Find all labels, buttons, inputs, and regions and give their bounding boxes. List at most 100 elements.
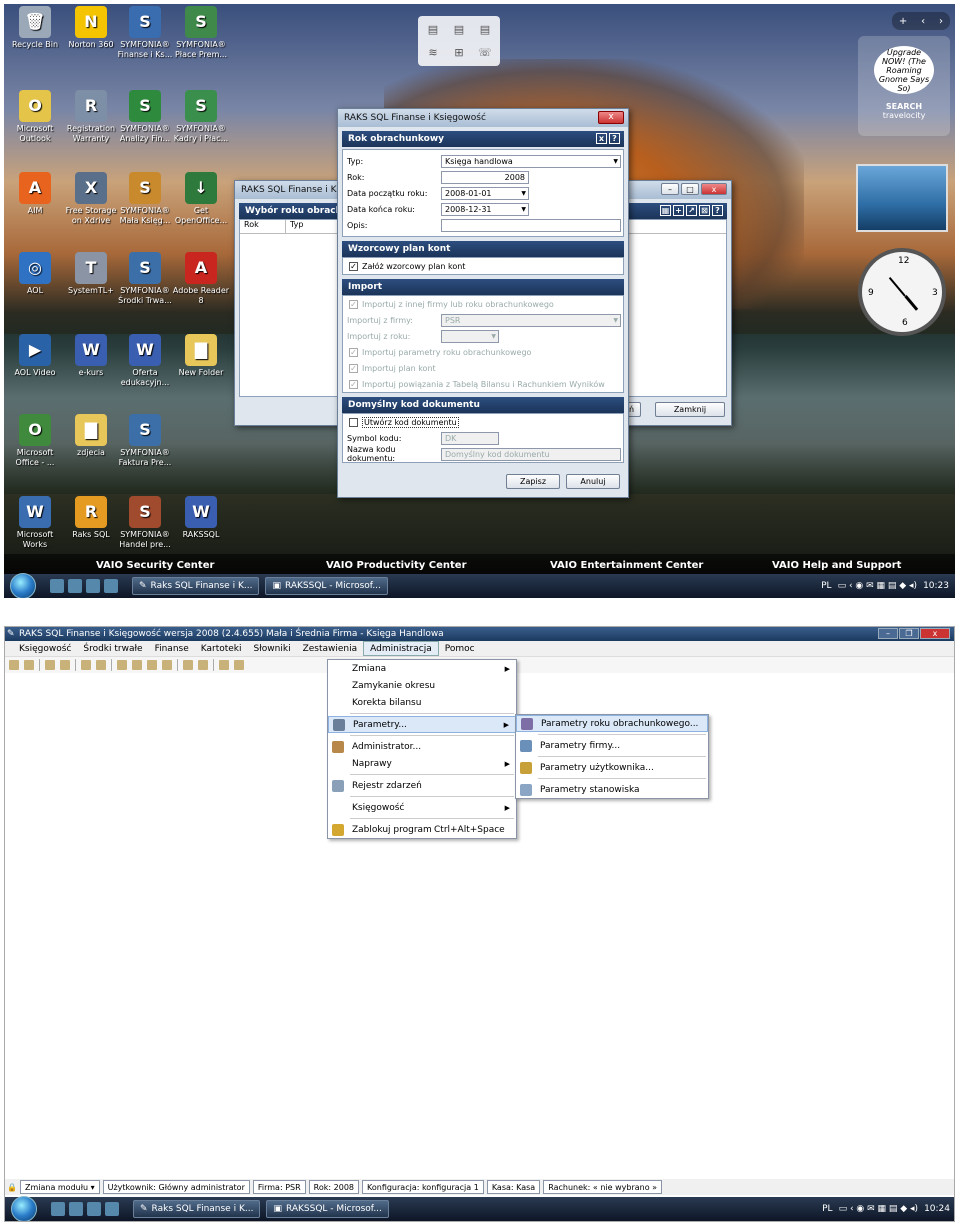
end-date-input[interactable]: 2008-12-31 ▼ (441, 202, 529, 216)
switch-windows-icon[interactable] (69, 1202, 83, 1216)
start-date-input[interactable]: 2008-01-01 ▼ (441, 186, 529, 200)
tool-icon[interactable] (81, 660, 91, 670)
chevron-left-icon[interactable]: ‹ (921, 16, 925, 27)
close-button[interactable]: x (920, 628, 950, 639)
admin-menu-item[interactable]: Księgowość ▶ (328, 799, 516, 816)
desktop-icon[interactable]: S SYMFONIA® Mała Księg... (116, 172, 174, 226)
desktop-icon[interactable]: ▇ New Folder (172, 334, 230, 378)
admin-menu-item[interactable]: Naprawy ▶ (328, 755, 516, 772)
doc-name-input[interactable]: Domyślny kod dokumentu (441, 447, 621, 461)
sidebar-controls[interactable]: + ‹ › (892, 12, 950, 30)
language-indicator[interactable]: PL (821, 581, 831, 591)
checkbox-icon[interactable]: ✓ (349, 299, 358, 309)
maximize-button[interactable]: □ (681, 183, 699, 195)
checkbox-icon[interactable]: ✓ (349, 363, 358, 373)
menu-item[interactable]: Kartoteki (195, 641, 248, 656)
chevron-right-icon[interactable]: › (939, 16, 943, 27)
import-firm-select[interactable]: PSR ▼ (441, 313, 621, 327)
import-year-select[interactable]: ▼ (441, 329, 499, 343)
checkbox-icon[interactable]: ✓ (349, 379, 358, 389)
desktop-icon[interactable]: T SystemTL+ (62, 252, 120, 296)
admin-menu-item[interactable]: Parametry... ▶ (328, 716, 516, 733)
grid-icon[interactable]: ▦ (660, 205, 671, 216)
desktop-icon[interactable]: A AIM (6, 172, 64, 216)
admin-menu-item[interactable]: Zamykanie okresu (328, 677, 516, 694)
type-select[interactable]: Księga handlowa ▼ (441, 154, 621, 168)
desktop-icon[interactable]: ↓ Get OpenOffice... (172, 172, 230, 226)
desktop-icon[interactable]: N Norton 360 (62, 6, 120, 50)
show-desktop-icon[interactable] (50, 579, 64, 593)
clock[interactable]: 10:24 (924, 1204, 950, 1214)
fiscal-year-dialog[interactable]: RAKS SQL Finanse i Księgowość x Rok obra… (337, 108, 629, 498)
start-button[interactable] (11, 1196, 37, 1221)
params-menu-item[interactable]: Parametry roku obrachunkowego... (516, 715, 708, 732)
description-input[interactable] (441, 218, 621, 232)
desktop-icon[interactable]: S SYMFONIA® Środki Trwa... (116, 252, 174, 306)
media-icon[interactable] (105, 1202, 119, 1216)
menu-item[interactable]: Finanse (149, 641, 195, 656)
desktop-icon[interactable]: W Oferta edukacyjn... (116, 334, 174, 388)
close-button[interactable]: x (598, 111, 624, 124)
symbol-input[interactable]: DK (441, 431, 499, 445)
module-switch-dropdown[interactable]: Zmiana modułu ▾ (19, 1180, 100, 1194)
tool-icon[interactable] (132, 660, 142, 670)
language-indicator[interactable]: PL (822, 1204, 832, 1214)
desktop-icon[interactable]: S SYMFONIA® Kadry i Płac... (172, 90, 230, 144)
taskbar-item[interactable]: ▣ RAKSSQL - Microsof... (266, 1200, 389, 1218)
tool-icon[interactable] (162, 660, 172, 670)
tool-icon[interactable] (183, 660, 193, 670)
show-desktop-icon[interactable] (51, 1202, 65, 1216)
tool-icon[interactable] (24, 660, 34, 670)
desktop-icon[interactable]: W Microsoft Works (6, 496, 64, 550)
ie-icon[interactable] (86, 579, 100, 593)
desktop-icon[interactable]: S SYMFONIA® Finanse i Ks... (116, 6, 174, 60)
desktop-icon[interactable]: R Registration Warranty (62, 90, 120, 144)
doc-code-checkbox[interactable]: Utwórz kod dokumentu (343, 414, 623, 430)
taskbar-item[interactable]: ✎ Raks SQL Finanse i K... (132, 577, 260, 595)
admin-menu-item[interactable]: Zmiana ▶ (328, 660, 516, 677)
tray-icons[interactable]: ▭ ‹ ◉ ✉ ▦ ▤ ◆ ◂) (839, 1204, 918, 1214)
lock-icon[interactable]: 🔒 (7, 1183, 17, 1192)
desktop-icon[interactable]: R Raks SQL (62, 496, 120, 540)
menu-item[interactable]: Zestawienia (297, 641, 364, 656)
taskbar-item[interactable]: ✎ Raks SQL Finanse i K... (133, 1200, 261, 1218)
plan-checkbox[interactable]: ✓ Załóż wzorcowy plan kont (343, 258, 623, 274)
desktop-icon[interactable]: S SYMFONIA® Płace Prem... (172, 6, 230, 60)
tool-icon[interactable] (198, 660, 208, 670)
menu-item[interactable]: Słowniki (248, 641, 297, 656)
taskbar-item[interactable]: ▣ RAKSSQL - Microsof... (265, 577, 388, 595)
app-titlebar[interactable]: ✎ RAKS SQL Finanse i Księgowość wersja 2… (5, 627, 954, 641)
column-header[interactable]: Typ (286, 220, 303, 233)
desktop-icon[interactable]: O Microsoft Office - ... (6, 414, 64, 468)
add-icon[interactable]: + (673, 205, 684, 216)
media-icon[interactable] (104, 579, 118, 593)
vaio-help-link[interactable]: VAIO Help and Support (772, 560, 901, 571)
close-icon[interactable]: x (596, 133, 607, 144)
desktop-icon[interactable]: O Microsoft Outlook (6, 90, 64, 144)
import-plan-checkbox[interactable]: ✓ Importuj plan kont (343, 360, 623, 376)
desktop-icon[interactable]: We-kurs (62, 334, 120, 378)
tool-icon[interactable] (96, 660, 106, 670)
switch-windows-icon[interactable] (68, 579, 82, 593)
params-menu-item[interactable]: Parametry stanowiska (516, 781, 708, 798)
travelocity-gadget[interactable]: Upgrade NOW! (The Roaming Gnome Says So)… (858, 36, 950, 136)
import-checkbox[interactable]: ✓ Importuj z innej firmy lub roku obrachu… (343, 296, 623, 312)
year-input[interactable]: 2008 (441, 170, 529, 184)
desktop-icon[interactable]: A Adobe Reader 8 (172, 252, 230, 306)
start-button[interactable] (10, 573, 36, 598)
tool-icon[interactable] (9, 660, 19, 670)
desktop-icon[interactable]: S SYMFONIA® Analizy Fin... (116, 90, 174, 144)
checkbox-icon[interactable] (349, 417, 358, 427)
desktop-icon[interactable]: S SYMFONIA® Handel pre... (116, 496, 174, 550)
tool-icon[interactable] (147, 660, 157, 670)
admin-menu-item[interactable]: Korekta bilansu (328, 694, 516, 711)
menu-item[interactable]: Księgowość (13, 641, 77, 656)
close-button[interactable]: x (701, 183, 727, 195)
dialog-titlebar[interactable]: RAKS SQL Finanse i Księgowość x (338, 109, 628, 127)
help-icon[interactable]: ? (712, 205, 723, 216)
tool-icon[interactable] (60, 660, 70, 670)
menu-item[interactable]: Środki trwałe (77, 641, 148, 656)
desktop-icon[interactable]: X Free Storage on Xdrive (62, 172, 120, 226)
admin-menu-item[interactable]: Administrator... (328, 738, 516, 755)
tool-icon[interactable] (234, 660, 244, 670)
